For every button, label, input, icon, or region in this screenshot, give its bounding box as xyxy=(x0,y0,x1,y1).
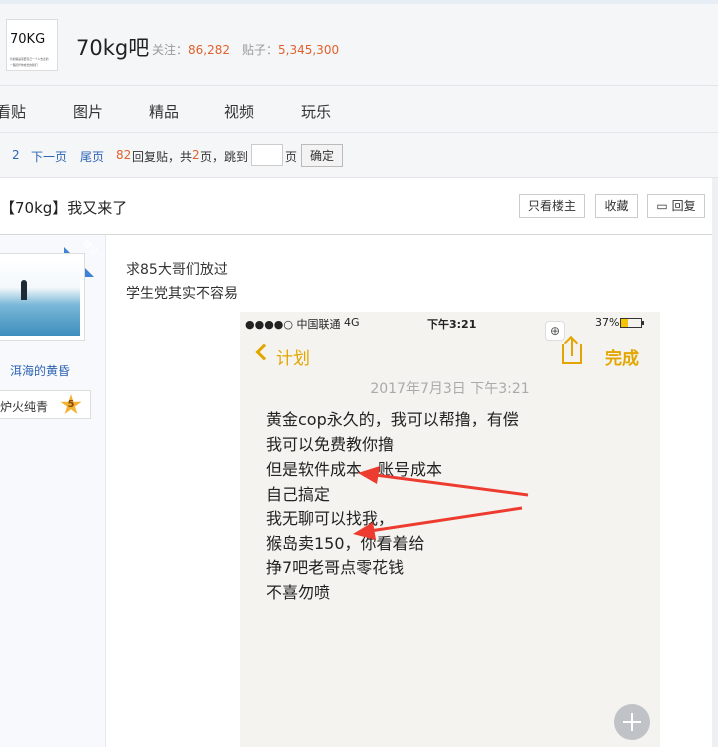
logo-small-line-2: 一路陪伴你成长的我们 xyxy=(10,64,38,68)
forum-tabs: 看贴 图片 精品 视频 玩乐 xyxy=(0,87,718,133)
reply-button[interactable]: ▭ 回复 xyxy=(647,194,705,218)
tab-fun[interactable]: 玩乐 xyxy=(301,101,331,122)
jump-page-input[interactable] xyxy=(251,144,283,166)
forum-name[interactable]: 70kg吧 xyxy=(76,32,149,62)
posts-stat: 贴子：5,345,300 xyxy=(242,41,339,58)
logo-small-line-1: 有的路是需要自己一个人去走的 xyxy=(10,58,49,62)
posts-count: 5,345,300 xyxy=(278,43,340,57)
last-page-link[interactable]: 尾页 xyxy=(80,148,104,165)
forum-logo[interactable]: 70KG 有的路是需要自己一个人去走的 一路陪伴你成长的我们 xyxy=(6,19,58,71)
follow-count: 86,282 xyxy=(188,43,231,57)
total-pages: 2 xyxy=(192,148,200,162)
pages-suffix: 页，跳到 xyxy=(200,150,249,164)
add-button[interactable] xyxy=(614,704,650,740)
arrow-1-head xyxy=(358,466,380,484)
level-title: 炉火纯青 xyxy=(0,400,49,414)
page-2-link[interactable]: 2 xyxy=(12,148,20,162)
tab-videos[interactable]: 视频 xyxy=(224,101,254,122)
page-right-edge xyxy=(712,178,718,747)
avatar-image xyxy=(0,258,80,336)
page-unit: 页 xyxy=(285,150,298,164)
level-number: 5 xyxy=(67,399,75,410)
post-image[interactable]: ●●●●○ 中国联通 4G 下午3:21 37% ⊕ 计划 完成 2017年7月… xyxy=(240,312,660,747)
follow-label: 关注： xyxy=(152,43,189,57)
tab-featured[interactable]: 精品 xyxy=(149,101,179,122)
level-badge[interactable]: 炉火纯青 5 xyxy=(0,390,91,419)
logo-title: 70KG xyxy=(10,32,46,47)
pager: 2 下一页 尾页 82 回复贴，共 2 页，跳到 页 确定 xyxy=(0,134,718,178)
annotation-arrows xyxy=(353,466,529,540)
comment-icon: ▭ xyxy=(656,199,668,213)
reply-count: 82 xyxy=(116,148,132,162)
reply-suffix: 回复贴，共 xyxy=(132,150,193,164)
avatar[interactable] xyxy=(0,253,85,341)
author-name[interactable]: 洱海的黄昏 xyxy=(10,362,70,379)
author-panel: 楼主 洱海的黄昏 炉火纯青 5 xyxy=(0,235,106,747)
posts-label: 贴子： xyxy=(242,43,279,57)
tab-images[interactable]: 图片 xyxy=(73,101,103,122)
confirm-jump-button[interactable]: 确定 xyxy=(301,144,343,167)
next-page-link[interactable]: 下一页 xyxy=(31,148,67,165)
thread-title-bar: 【70kg】我又来了 只看楼主 收藏 ▭ 回复 xyxy=(0,178,718,235)
only-op-button[interactable]: 只看楼主 xyxy=(519,194,585,218)
tab-view-posts[interactable]: 看贴 xyxy=(0,101,26,122)
post-line-2: 学生党其实不容易 xyxy=(126,286,238,302)
reply-label: 回复 xyxy=(671,199,696,213)
follow-stat: 关注：86,282 xyxy=(152,41,230,58)
avatar-figure xyxy=(21,280,27,300)
arrow-1-shaft xyxy=(374,473,529,497)
arrow-2-head xyxy=(353,522,376,540)
collect-button[interactable]: 收藏 xyxy=(595,194,638,218)
arrow-2-shaft xyxy=(369,506,523,533)
plus-icon-v xyxy=(631,713,633,731)
forum-header: 70KG 有的路是需要自己一个人去走的 一路陪伴你成长的我们 70kg吧 关注：… xyxy=(0,4,718,86)
post: 楼主 洱海的黄昏 炉火纯青 5 求85大哥们放过 学生党其实不容易 ●●●●○ … xyxy=(0,235,718,747)
thread-title: 【70kg】我又来了 xyxy=(0,199,128,217)
post-line-1: 求85大哥们放过 xyxy=(126,262,228,278)
level-star-icon: 5 xyxy=(60,394,82,415)
